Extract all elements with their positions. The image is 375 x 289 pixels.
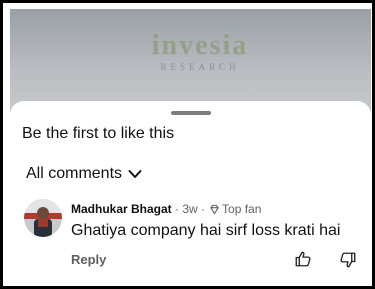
comments-sheet: Be the first to like this All comments M… (10, 101, 371, 286)
diamond-icon (210, 204, 219, 214)
comment-age: · 3w · (175, 202, 206, 216)
comment-text: Ghatiya company hai sirf loss krati hai (71, 222, 341, 239)
chevron-down-icon (128, 170, 142, 178)
thumbs-up-icon[interactable] (294, 250, 312, 268)
comment-author[interactable]: Madhukar Bhagat (71, 202, 172, 216)
all-comments-label: All comments (26, 165, 123, 182)
top-fan-badge: Top fan (222, 202, 262, 216)
all-comments-dropdown[interactable]: All comments (26, 165, 142, 183)
brand-name: invesia (151, 30, 249, 61)
brand-logo: invesia RESEARCH (145, 30, 255, 73)
screenshot-frame: invesia RESEARCH Be the first to like th… (0, 0, 375, 289)
likes-summary: Be the first to like this (22, 125, 175, 142)
comment-meta: Madhukar Bhagat · 3w · Top fan (71, 202, 261, 216)
reply-button[interactable]: Reply (71, 252, 106, 267)
brand-subtitle: RESEARCH (160, 62, 240, 72)
thumbs-down-icon[interactable] (339, 251, 357, 269)
drag-handle[interactable] (171, 111, 211, 115)
avatar[interactable] (24, 199, 62, 237)
